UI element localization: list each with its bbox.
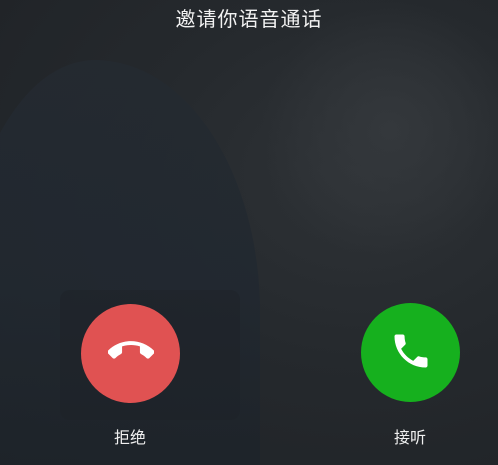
decline-label: 拒绝 <box>113 428 146 447</box>
decline-button[interactable] <box>81 304 180 403</box>
accept-button[interactable] <box>361 303 460 402</box>
phone-icon <box>389 329 433 377</box>
hang-up-icon <box>106 329 155 379</box>
background-glow <box>260 0 498 260</box>
accept-label: 接听 <box>393 428 426 447</box>
incoming-call-screen: 邀请你语音通话 拒绝 接听 <box>0 0 498 465</box>
call-invitation-title: 邀请你语音通话 <box>175 7 323 31</box>
